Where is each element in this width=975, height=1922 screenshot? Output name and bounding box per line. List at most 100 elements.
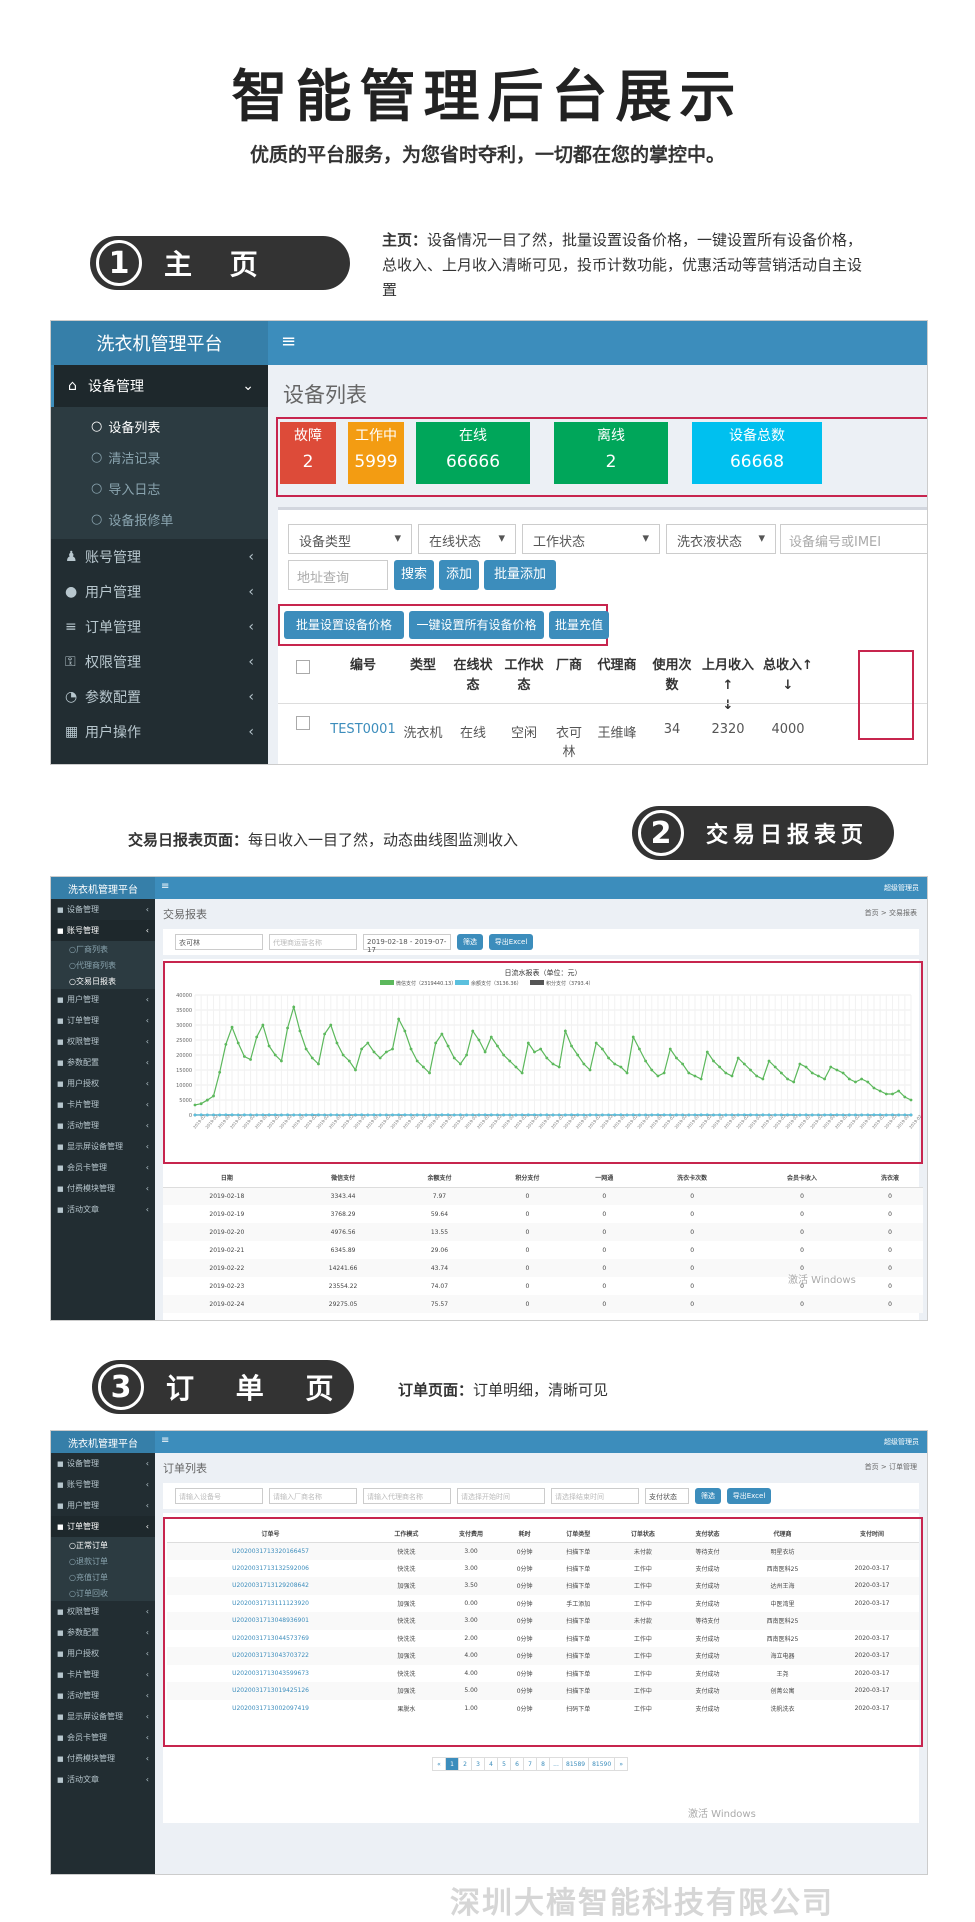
table-cell[interactable]: TEST0001 [328,722,398,737]
sidebar-item-11[interactable]: ■付费模块管理‹ [51,1178,155,1199]
data-point[interactable] [218,1113,221,1116]
data-point[interactable] [292,1006,295,1009]
data-point[interactable] [761,1113,764,1116]
data-point[interactable] [669,1048,672,1051]
data-point[interactable] [305,1048,308,1051]
data-point[interactable] [237,1042,240,1045]
menu-toggle-icon[interactable]: ≡ [161,881,169,892]
data-point[interactable] [718,1066,721,1069]
filter-input[interactable]: 请选择开始时间 [457,1488,545,1504]
submenu-item[interactable]: ○清洁记录 [51,442,268,473]
column-header[interactable]: 使用次 数 [646,656,698,696]
data-point[interactable] [552,1063,555,1066]
data-point[interactable] [564,1113,567,1116]
table-cell[interactable]: U2020031713002097419 [167,1700,374,1718]
data-point[interactable] [274,1054,277,1057]
submenu-item[interactable]: ○设备列表 [51,411,268,442]
sidebar-item-7[interactable]: ■卡片管理‹ [51,1664,155,1685]
data-point[interactable] [527,1042,530,1045]
data-point[interactable] [348,1060,351,1063]
data-point[interactable] [570,1045,573,1048]
data-point[interactable] [749,1113,752,1116]
page-button[interactable]: « [432,1757,446,1771]
page-button[interactable]: 3 [471,1757,485,1771]
data-point[interactable] [873,1113,876,1116]
legend-label[interactable]: 余额支付（3136.36） [471,980,522,987]
data-point[interactable] [527,1113,530,1116]
page-button[interactable]: 8 [536,1757,550,1771]
data-point[interactable] [416,1113,419,1116]
sidebar-item-1[interactable]: ■账号管理‹ [51,920,155,941]
sidebar-item-1[interactable]: ■账号管理‹ [51,1474,155,1495]
sidebar-item-10[interactable]: ■会员卡管理‹ [51,1157,155,1178]
column-header[interactable]: 支付状态 [675,1525,740,1542]
data-point[interactable] [385,1051,388,1054]
data-point[interactable] [391,1113,394,1116]
data-point[interactable] [280,1114,283,1117]
sidebar-item-6[interactable]: ■用户授权‹ [51,1073,155,1094]
data-point[interactable] [453,1057,456,1060]
data-point[interactable] [243,1113,246,1116]
data-point[interactable] [453,1114,456,1117]
data-point[interactable] [311,1057,314,1060]
column-header[interactable]: 类型 [398,656,448,676]
data-point[interactable] [299,1030,302,1033]
table-cell[interactable]: U2020031713043703722 [167,1647,374,1665]
sidebar-item-9[interactable]: ■显示屏设备管理‹ [51,1136,155,1157]
data-point[interactable] [465,1114,468,1117]
table-row[interactable]: U2020031713002097419果脱水1.000分钟扫码下单工作中支付成… [167,1700,919,1718]
page-button[interactable]: 2 [458,1757,472,1771]
data-point[interactable] [885,1093,888,1096]
data-point[interactable] [774,1066,777,1069]
column-header[interactable]: 洗衣卡次数 [637,1169,747,1187]
data-point[interactable] [829,1066,832,1069]
data-point[interactable] [663,1113,666,1116]
submenu-item[interactable]: ○ 正常订单 [51,1537,155,1553]
data-point[interactable] [576,1113,579,1116]
data-point[interactable] [836,1069,839,1072]
data-point[interactable] [490,1113,493,1116]
data-point[interactable] [268,1113,271,1116]
data-point[interactable] [626,1072,629,1075]
data-point[interactable] [582,1063,585,1066]
data-point[interactable] [842,1072,845,1075]
export-excel-button[interactable]: 导出Excel [489,934,533,950]
data-point[interactable] [786,1113,789,1116]
column-header[interactable]: 订单号 [167,1525,374,1542]
data-point[interactable] [700,1078,703,1081]
factory-filter[interactable]: 衣可林 [175,934,263,950]
sidebar-item-0[interactable]: ■设备管理‹ [51,899,155,920]
data-point[interactable] [194,1104,197,1107]
page-button[interactable]: 81589 [562,1757,589,1771]
data-point[interactable] [638,1048,641,1051]
data-point[interactable] [780,1072,783,1075]
data-point[interactable] [243,1055,246,1058]
data-point[interactable] [663,1072,666,1075]
data-point[interactable] [743,1063,746,1066]
data-point[interactable] [490,1036,493,1039]
legend-label[interactable]: 微信支付（2319440.13） [396,980,456,987]
table-cell[interactable]: U2020031713132592006 [167,1560,374,1578]
data-point[interactable] [885,1114,888,1117]
data-point[interactable] [329,1024,332,1027]
admin-user-link[interactable]: 超级管理员 [884,883,919,893]
data-point[interactable] [206,1114,209,1117]
page-button[interactable]: 81590 [588,1757,615,1771]
table-row[interactable]: U2020031713111123920加强洗0.000分钟手工添加工作中支付成… [167,1595,919,1613]
page-button[interactable]: 4 [484,1757,498,1771]
stat-card[interactable]: 离线2 [554,422,668,484]
data-point[interactable] [471,1030,474,1033]
pay-status-select[interactable]: 支付状态 [645,1488,689,1504]
data-point[interactable] [342,1114,345,1117]
data-point[interactable] [249,1058,252,1061]
page-button[interactable]: 1 [445,1757,459,1771]
data-point[interactable] [737,1057,740,1060]
data-point[interactable] [724,1114,727,1117]
date-range-picker[interactable]: 2019-02-18 - 2019-07-17 [363,934,451,950]
data-point[interactable] [440,1033,443,1036]
filter-select[interactable]: 洗衣液状态▾ [666,524,776,554]
data-point[interactable] [811,1072,814,1075]
filter-input[interactable]: 请输入代理商名称 [363,1488,451,1504]
sidebar-item-10[interactable]: ■会员卡管理‹ [51,1727,155,1748]
data-point[interactable] [798,1063,801,1066]
